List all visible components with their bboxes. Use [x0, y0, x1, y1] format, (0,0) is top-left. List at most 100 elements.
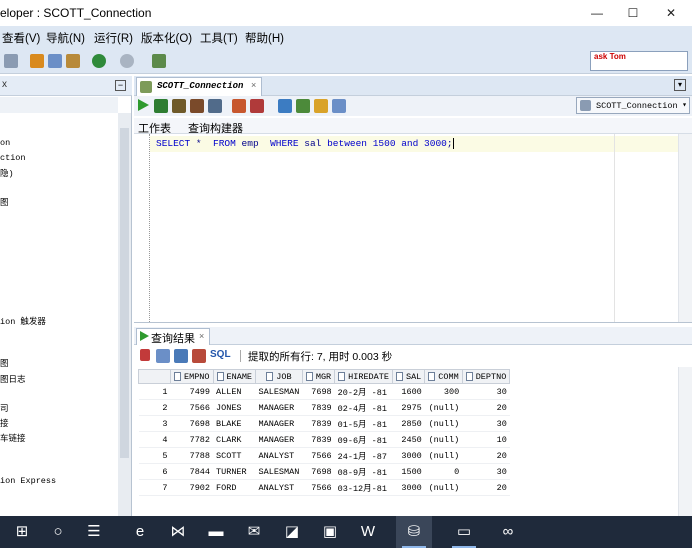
taskbar-button[interactable]: ⋈: [160, 516, 196, 548]
table-cell[interactable]: 30: [462, 415, 510, 432]
table-cell[interactable]: ALLEN: [213, 383, 256, 400]
print-icon[interactable]: [156, 349, 170, 363]
table-cell[interactable]: 7844: [170, 463, 214, 480]
menu-versioning[interactable]: 版本化(O): [141, 30, 192, 46]
sql-tuning-icon[interactable]: [278, 99, 292, 113]
autotrace-icon[interactable]: [232, 99, 246, 113]
table-cell[interactable]: (null): [424, 415, 463, 432]
minimize-button[interactable]: —: [578, 0, 616, 26]
taskbar-button[interactable]: ○: [40, 516, 76, 548]
table-cell[interactable]: (null): [424, 431, 463, 448]
tree-item[interactable]: 隐): [0, 167, 14, 179]
taskbar-button[interactable]: ▭: [446, 516, 482, 548]
table-cell[interactable]: 7839: [302, 431, 335, 448]
table-cell[interactable]: 7782: [170, 431, 214, 448]
run-script-icon[interactable]: [154, 99, 168, 113]
taskbar-button[interactable]: ◪: [274, 516, 310, 548]
menu-navigate[interactable]: 导航(N): [46, 30, 85, 46]
tree-item[interactable]: on: [0, 138, 10, 148]
taskbar-button[interactable]: ⛁: [396, 516, 432, 548]
taskbar-button[interactable]: ☰: [76, 516, 112, 548]
table-cell[interactable]: 01-5月 -81: [334, 415, 393, 432]
table-cell[interactable]: 09-6月 -81: [334, 431, 393, 448]
taskbar-button[interactable]: ▣: [312, 516, 348, 548]
table-cell[interactable]: ANALYST: [255, 479, 303, 496]
table-cell[interactable]: ANALYST: [255, 447, 303, 464]
table-cell[interactable]: 7698: [302, 463, 335, 480]
column-header[interactable]: COMM: [424, 369, 463, 384]
menu-view[interactable]: 查看(V): [2, 30, 40, 46]
table-cell[interactable]: 7566: [170, 399, 214, 416]
tree-item[interactable]: 接: [0, 417, 9, 429]
editor-scrollbar[interactable]: [678, 134, 692, 322]
table-cell[interactable]: 7566: [302, 447, 335, 464]
table-cell[interactable]: (null): [424, 479, 463, 496]
table-cell[interactable]: JONES: [213, 399, 256, 416]
table-cell[interactable]: 7839: [302, 415, 335, 432]
column-header[interactable]: DEPTNO: [461, 369, 511, 384]
column-header[interactable]: MGR: [301, 369, 336, 384]
taskbar-button[interactable]: ⊞: [4, 516, 40, 548]
eraser-icon[interactable]: [314, 99, 328, 113]
table-row[interactable]: 7 7902 FORD ANALYST 7566 03-12月-81 3000 (null) 2…: [138, 479, 510, 496]
table-cell[interactable]: MANAGER: [255, 415, 303, 432]
explain-plan-icon[interactable]: [208, 99, 222, 113]
maximize-button[interactable]: ☐: [614, 0, 652, 26]
db-nav-icon[interactable]: [152, 54, 166, 68]
paste-icon[interactable]: [66, 54, 80, 68]
ask-tom-search[interactable]: ask Tom: [590, 51, 688, 71]
tree-item[interactable]: 图日志: [0, 373, 26, 385]
table-cell[interactable]: CLARK: [213, 431, 256, 448]
taskbar-button[interactable]: e: [122, 516, 158, 548]
table-cell[interactable]: 2850: [392, 415, 425, 432]
table-cell[interactable]: SALESMAN: [255, 383, 303, 400]
table-cell[interactable]: 300: [424, 383, 463, 400]
tree-item[interactable]: 司: [0, 402, 9, 414]
pin-icon[interactable]: [140, 349, 150, 361]
column-header[interactable]: HIREDATE: [334, 369, 393, 384]
table-cell[interactable]: 7788: [170, 447, 214, 464]
table-row[interactable]: 2 7566 JONES MANAGER 7839 02-4月 -81 2975 (null)…: [138, 399, 510, 416]
refresh-icon[interactable]: [174, 349, 188, 363]
results-scrollbar[interactable]: [678, 367, 692, 517]
table-cell[interactable]: 7499: [170, 383, 214, 400]
history-icon[interactable]: [332, 99, 346, 113]
taskbar-button[interactable]: ✉: [236, 516, 272, 548]
table-cell[interactable]: 2975: [392, 399, 425, 416]
panel-minimize-button[interactable]: −: [115, 80, 126, 91]
column-header[interactable]: EMPNO: [170, 369, 214, 384]
taskbar-button[interactable]: ▬: [198, 516, 234, 548]
tree-item[interactable]: ion 触发器: [0, 315, 46, 327]
panel-close-icon[interactable]: x: [2, 79, 7, 90]
tab-close-icon[interactable]: ×: [251, 80, 256, 90]
table-cell[interactable]: 0: [424, 463, 463, 480]
column-header[interactable]: ENAME: [212, 369, 257, 384]
table-cell[interactable]: 7839: [302, 399, 335, 416]
column-header[interactable]: SAL: [391, 369, 426, 384]
table-cell[interactable]: 20: [462, 479, 510, 496]
sql-button[interactable]: SQL: [210, 349, 231, 360]
table-cell[interactable]: 30: [462, 383, 510, 400]
sql-statement[interactable]: SELECT * FROM emp WHERE sal between 1500…: [156, 138, 454, 149]
tree-item[interactable]: 图: [0, 357, 9, 369]
chevron-down-icon[interactable]: ▾: [674, 79, 686, 91]
table-cell[interactable]: 20: [462, 447, 510, 464]
table-cell[interactable]: 03-12月-81: [334, 479, 393, 496]
copy-icon[interactable]: [48, 54, 62, 68]
table-row[interactable]: 5 7788 SCOTT ANALYST 7566 24-1月 -87 3000 (null)…: [138, 447, 510, 464]
run-statement-icon[interactable]: [138, 99, 149, 111]
results-tab-close-icon[interactable]: ×: [199, 331, 204, 341]
table-cell[interactable]: SALESMAN: [255, 463, 303, 480]
forward-icon[interactable]: [120, 54, 134, 68]
sql-editor[interactable]: SELECT * FROM emp WHERE sal between 1500…: [134, 134, 692, 322]
table-cell[interactable]: MANAGER: [255, 399, 303, 416]
taskbar-button[interactable]: W: [350, 516, 386, 548]
menu-help[interactable]: 帮助(H): [245, 30, 284, 46]
table-cell[interactable]: FORD: [213, 479, 256, 496]
back-icon[interactable]: [92, 54, 106, 68]
table-cell[interactable]: 30: [462, 463, 510, 480]
table-cell[interactable]: (null): [424, 447, 463, 464]
table-cell[interactable]: 08-9月 -81: [334, 463, 393, 480]
table-cell[interactable]: 10: [462, 431, 510, 448]
table-cell[interactable]: (null): [424, 399, 463, 416]
